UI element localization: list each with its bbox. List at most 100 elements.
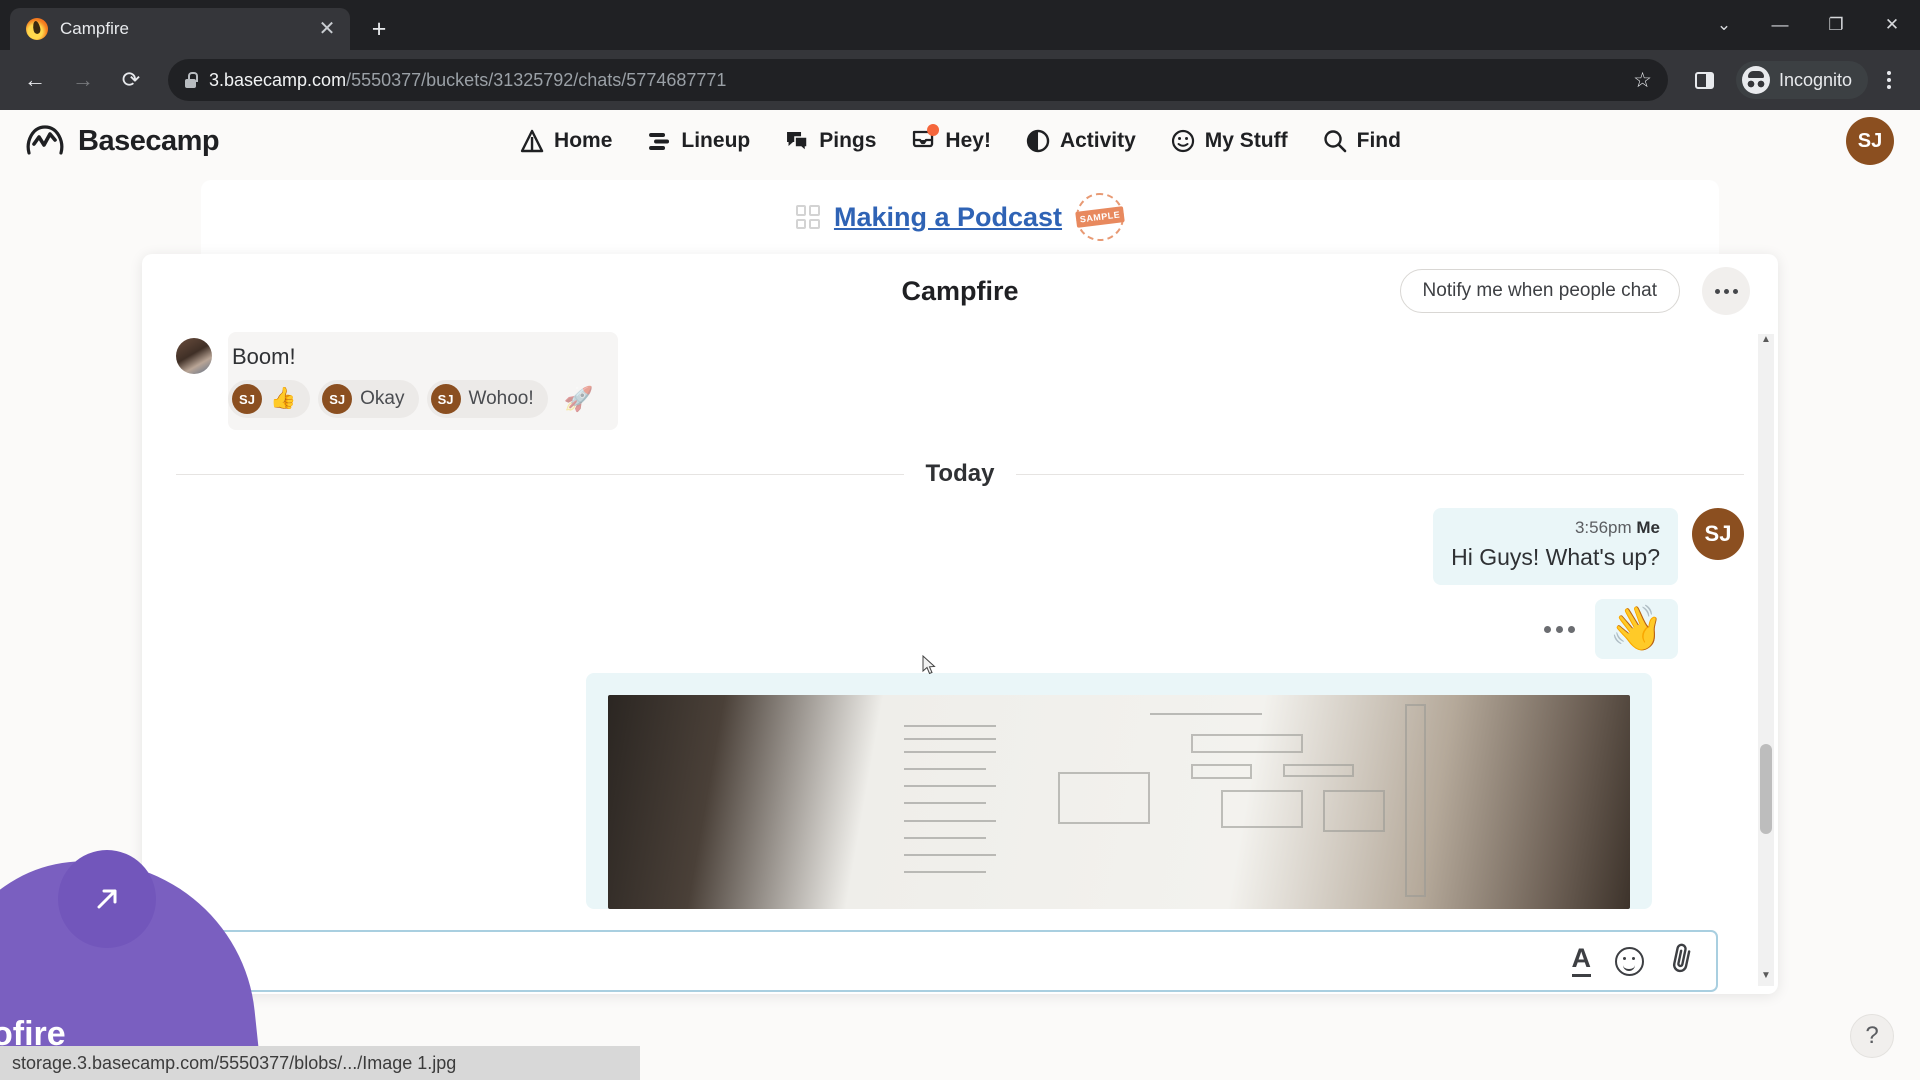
reaction-chip[interactable]: SJ Okay	[318, 380, 419, 418]
composer-tools: A	[1571, 939, 1698, 984]
message-scrollbar[interactable]: ▲ ▼	[1758, 334, 1774, 986]
search-icon	[1322, 128, 1348, 154]
day-divider-label: Today	[925, 460, 995, 487]
new-tab-button[interactable]: +	[362, 12, 396, 46]
app-header: Basecamp Home Lineup Pings Hey! Activity…	[0, 110, 1920, 172]
attachment-photo[interactable]	[608, 695, 1630, 910]
tent-icon	[519, 128, 545, 154]
notify-button[interactable]: Notify me when people chat	[1399, 269, 1680, 313]
message-wave: 👋	[176, 599, 1744, 660]
chat-bubbles-icon	[784, 128, 810, 154]
bookmark-star-icon[interactable]: ☆	[1633, 68, 1652, 93]
browser-tab[interactable]: Campfire ✕	[10, 8, 350, 50]
main-nav: Home Lineup Pings Hey! Activity My Stuff…	[519, 124, 1401, 154]
message-text: Hi Guys! What's up?	[1451, 544, 1660, 570]
url-path: /5550377/buckets/31325792/chats/57746877…	[346, 69, 727, 90]
browser-toolbar: ← → ⟳ 3.basecamp.com/5550377/buckets/313…	[0, 50, 1920, 110]
side-panel-icon	[1695, 71, 1715, 89]
nav-label: My Stuff	[1204, 129, 1288, 152]
nav-label: Find	[1356, 129, 1401, 152]
scrollbar-thumb[interactable]	[1760, 744, 1772, 834]
help-button[interactable]: ?	[1850, 1014, 1894, 1058]
nav-label: Hey!	[945, 129, 991, 152]
sample-badge-label: SAMPLE	[1074, 206, 1126, 228]
page-title: Campfire	[901, 275, 1019, 306]
nav-item-pings[interactable]: Pings	[784, 128, 876, 154]
address-bar[interactable]: 3.basecamp.com/5550377/buckets/31325792/…	[168, 59, 1668, 101]
message-text: Boom!	[232, 344, 296, 369]
nav-item-find[interactable]: Find	[1322, 128, 1401, 154]
nav-item-activity[interactable]: Activity	[1025, 128, 1136, 154]
reaction-avatar: SJ	[232, 384, 262, 414]
forward-button[interactable]: →	[62, 59, 104, 101]
project-link[interactable]: Making a Podcast	[834, 202, 1062, 233]
browser-window: Campfire ✕ + ⌄ — ❐ ✕ ← → ⟳ 3.basecamp.co…	[0, 0, 1920, 1080]
url-text: 3.basecamp.com/5550377/buckets/31325792/…	[209, 70, 726, 91]
message-author: Me	[1636, 518, 1660, 537]
campfire-card: Campfire Notify me when people chat Boom…	[142, 254, 1778, 994]
page-content: Basecamp Home Lineup Pings Hey! Activity…	[0, 110, 1920, 1080]
maximize-icon[interactable]: ❐	[1808, 0, 1864, 50]
close-icon[interactable]: ✕	[316, 19, 338, 39]
incognito-spy-icon	[1741, 66, 1770, 94]
back-button[interactable]: ←	[14, 59, 56, 101]
campfire-header: Campfire Notify me when people chat	[142, 254, 1778, 328]
half-circle-icon	[1025, 128, 1051, 154]
user-avatar[interactable]: SJ	[1846, 117, 1894, 165]
avatar[interactable]: SJ	[1692, 508, 1744, 560]
incognito-indicator[interactable]: Incognito	[1735, 61, 1868, 99]
reaction-avatar: SJ	[322, 384, 353, 414]
message-image-attachment[interactable]	[586, 673, 1652, 910]
chevron-down-icon[interactable]: ⌄	[1696, 0, 1752, 50]
brand-name: Basecamp	[78, 124, 220, 157]
nav-label: Pings	[819, 129, 877, 152]
reload-button[interactable]: ⟳	[110, 59, 152, 101]
side-panel-button[interactable]	[1684, 59, 1726, 101]
reaction-avatar: SJ	[430, 384, 461, 414]
message-list: Boom! SJ 👍 SJ Okay SJ Wohoo! 🚀 Today 3:5…	[142, 328, 1778, 994]
nav-item-hey[interactable]: Hey!	[910, 124, 991, 154]
message-options-icon[interactable]	[1534, 616, 1585, 643]
basecamp-logo[interactable]: Basecamp	[24, 120, 220, 162]
basecamp-mark-icon	[24, 120, 66, 162]
reaction-label: Okay	[360, 388, 405, 409]
avatar	[176, 338, 212, 374]
message-hi-guys: 3:56pm Me Hi Guys! What's up? SJ	[176, 508, 1744, 585]
tab-title: Campfire	[60, 19, 129, 38]
message-time: 3:56pm	[1574, 518, 1632, 537]
browser-menu-button[interactable]	[1872, 68, 1906, 92]
more-options-icon[interactable]	[1702, 267, 1750, 315]
add-reaction-rocket-icon[interactable]: 🚀	[556, 385, 602, 414]
nav-label: Lineup	[681, 129, 751, 152]
emoji-picker-icon[interactable]	[1615, 946, 1644, 976]
nav-item-home[interactable]: Home	[519, 128, 612, 154]
grid-squares-icon	[795, 205, 820, 229]
window-close-icon[interactable]: ✕	[1864, 0, 1920, 50]
nav-item-my-stuff[interactable]: My Stuff	[1170, 128, 1288, 154]
minimize-icon[interactable]: —	[1752, 0, 1808, 50]
sample-badge: SAMPLE	[1073, 190, 1127, 244]
message-bubble[interactable]: 3:56pm Me Hi Guys! What's up?	[1433, 508, 1678, 585]
incognito-label: Incognito	[1778, 69, 1852, 90]
reaction-chip[interactable]: SJ 👍	[228, 380, 311, 418]
attach-file-icon[interactable]	[1664, 939, 1698, 984]
notification-badge	[927, 124, 940, 136]
promo-arrow-button[interactable]	[58, 850, 156, 948]
project-bar: Making a Podcast SAMPLE	[201, 180, 1719, 254]
status-bar-url: storage.3.basecamp.com/5550377/blobs/...…	[0, 1046, 640, 1080]
nav-label: Home	[554, 129, 613, 152]
window-controls: ⌄ — ❐ ✕	[1696, 0, 1920, 50]
message-emoji[interactable]: 👋	[1595, 599, 1678, 660]
scroll-up-icon[interactable]: ▲	[1758, 334, 1774, 350]
campfire-flame-icon	[26, 18, 48, 40]
text-format-icon[interactable]: A	[1571, 945, 1591, 977]
message-composer[interactable]: A	[202, 930, 1718, 992]
tab-strip: Campfire ✕ + ⌄ — ❐ ✕	[0, 0, 1920, 50]
lock-icon	[184, 72, 198, 88]
reaction-list: SJ 👍 SJ Okay SJ Wohoo! 🚀	[228, 380, 602, 418]
reaction-emoji: 👍	[270, 387, 297, 410]
inbox-tray-icon	[910, 124, 940, 154]
reaction-chip[interactable]: SJ Wohoo!	[426, 380, 548, 418]
nav-item-lineup[interactable]: Lineup	[646, 128, 750, 154]
lineup-bars-icon	[646, 128, 672, 154]
